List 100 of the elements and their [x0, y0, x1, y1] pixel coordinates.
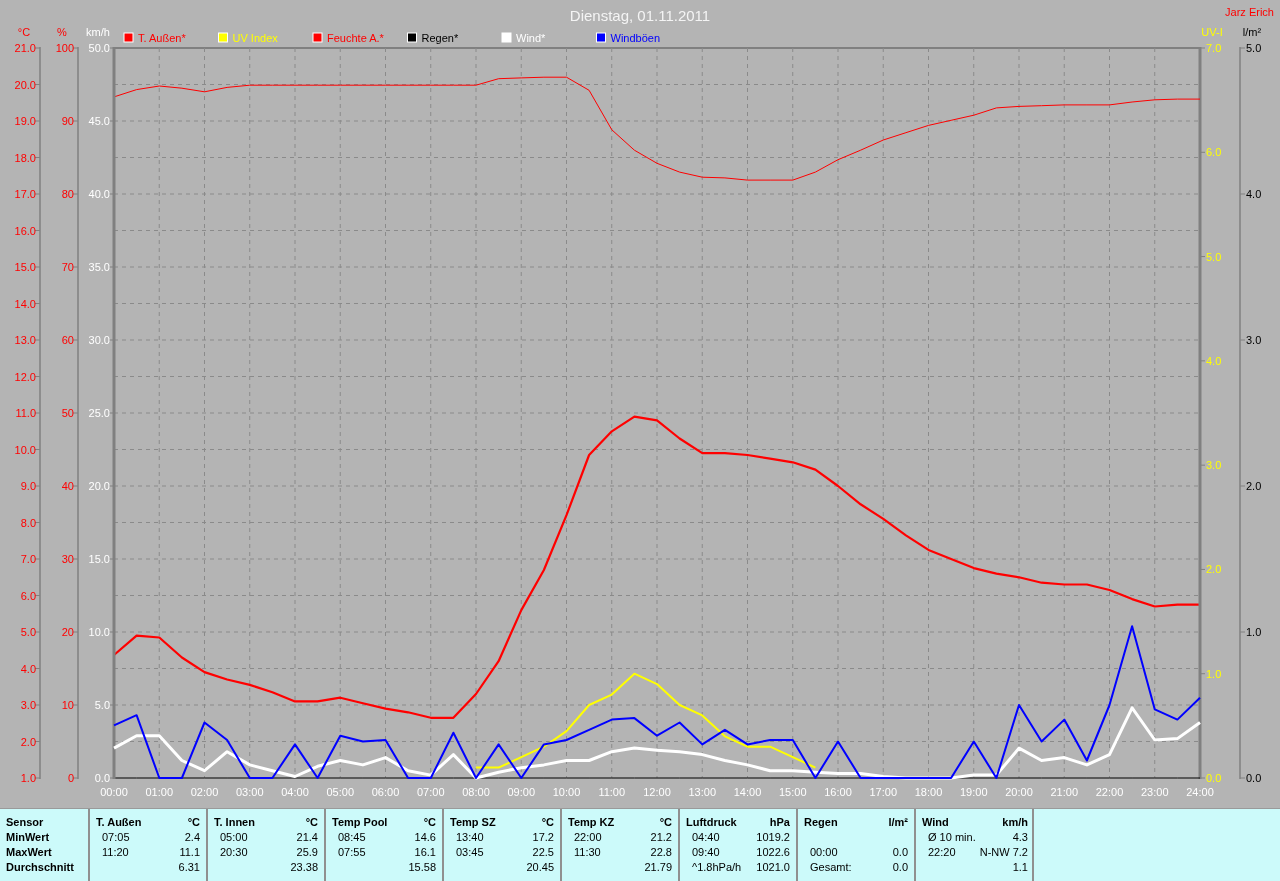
axis-label: 70 — [61, 261, 74, 273]
column-header: Temp SZ — [450, 816, 497, 830]
axis-label: 50 — [61, 407, 74, 419]
axis-label: 12:00 — [643, 786, 671, 798]
column-unit: l/m² — [888, 816, 908, 830]
axis-label: 7.0 — [1206, 42, 1222, 54]
row-label: Sensor — [6, 816, 45, 830]
axis-label: 5.0 — [1246, 42, 1262, 54]
table-cell-text: 21.4 — [295, 831, 318, 845]
axis-label: 06:00 — [371, 786, 400, 798]
chart-title: Dienstag, 01.11.2011 — [569, 7, 711, 24]
legend-label: Windböen — [610, 32, 661, 44]
table-cell-text: 23.38 — [290, 861, 318, 875]
table-cell-text: 1021.0 — [756, 861, 790, 875]
axis-label: 11:00 — [598, 786, 626, 798]
axis-label: 2.0 — [1246, 480, 1262, 492]
axis-label: 6.0 — [1206, 146, 1222, 159]
axis-label: 1.0 — [20, 772, 36, 784]
table-cell-text: 1.1 — [1011, 861, 1028, 875]
table-cell-text: Ø 10 min. — [927, 831, 976, 845]
axis-label: 60 — [61, 334, 74, 346]
axis-label: 0.0 — [94, 772, 110, 784]
column-unit: km/h — [1001, 816, 1028, 830]
axis-label: 4.0 — [1246, 188, 1262, 200]
axis-label: 17:00 — [869, 786, 897, 798]
axis-unit: UV-I — [1201, 26, 1223, 38]
table-cell-text: 22:20 — [927, 846, 957, 860]
column-header: Temp KZ — [568, 816, 616, 830]
axis-label: 20:00 — [1005, 786, 1033, 798]
axis-label: 08:00 — [462, 786, 490, 798]
axis-label: 30.0 — [88, 334, 110, 346]
table-cell-text: 08:45 — [337, 831, 367, 845]
column-header: T. Außen — [96, 816, 143, 830]
axis-unit: °C — [17, 26, 31, 38]
axis-label: 15.0 — [14, 261, 36, 273]
axis-label: 03:00 — [236, 786, 264, 798]
axis-label: 24:00 — [1186, 786, 1214, 798]
table-cell-text: 0.0 — [891, 861, 908, 875]
table-cell-text: 21.79 — [644, 861, 672, 875]
axis-label: 20 — [61, 626, 74, 638]
legend-label: T. Außen* — [138, 32, 186, 44]
axis-label: 6.0 — [20, 589, 36, 602]
table-cell-text: 00:00 — [809, 846, 839, 860]
axis-label: 25.0 — [88, 407, 110, 419]
table-cell-text: 13:40 — [455, 831, 485, 845]
table-cell-text: 07:55 — [337, 846, 367, 860]
column-unit: °C — [422, 816, 436, 830]
axis-label: 100 — [55, 42, 74, 54]
axis-label: 10:00 — [552, 786, 581, 798]
axis-label: 10 — [61, 699, 74, 711]
table-cell-text: 25.9 — [295, 846, 318, 860]
axis-label: 8.0 — [20, 516, 36, 529]
table-cell-text: 15.58 — [408, 861, 436, 875]
axis-label: 80 — [61, 188, 74, 200]
table-cell-text: 20:30 — [219, 846, 249, 860]
axis-label: 21.0 — [14, 42, 36, 54]
axis-label: 01:00 — [145, 786, 173, 798]
axis-label: 17.0 — [14, 188, 36, 200]
table-cell-text: 20.45 — [526, 861, 554, 875]
column-header: Wind — [922, 816, 950, 830]
table-cell-text: 11:20 — [101, 846, 130, 860]
axis-label: 0.0 — [1246, 772, 1262, 784]
axis-label: 13:00 — [688, 786, 716, 798]
axis-label: 3.0 — [20, 699, 36, 711]
axis-label: 90 — [61, 115, 74, 127]
column-unit: hPa — [768, 816, 790, 830]
axis-label: 45.0 — [88, 115, 110, 127]
table-cell-text: 09:40 — [691, 846, 721, 860]
table-cell-text: 4.3 — [1011, 831, 1028, 845]
axis-label: 21:00 — [1050, 786, 1078, 798]
axis-label: 1.0 — [1246, 626, 1262, 638]
axis-label: 11.0 — [15, 407, 36, 419]
axis-label: 12.0 — [14, 370, 36, 383]
column-header: Temp Pool — [332, 816, 389, 830]
axis-label: 23:00 — [1141, 786, 1169, 798]
table-cell-text: 1019.2 — [756, 831, 790, 845]
axis-label: 14:00 — [733, 786, 762, 798]
legend-label: UV Index — [232, 32, 278, 44]
legend-label: Wind* — [516, 32, 546, 44]
axis-label: 4.0 — [1206, 354, 1222, 367]
table-cell-text: ^1.8hPa/h — [691, 861, 743, 875]
axis-label: 3.0 — [1246, 334, 1262, 346]
table-cell-text: 11:30 — [573, 846, 602, 860]
table-cell-text: N-NW 7.2 — [979, 846, 1028, 860]
axis-label: 05:00 — [326, 786, 354, 798]
axis-label: 0.0 — [1206, 772, 1222, 784]
table-cell-text: 07:05 — [101, 831, 131, 845]
column-unit: °C — [658, 816, 672, 830]
column-unit: °C — [186, 816, 200, 830]
table-cell-text: 17.2 — [531, 831, 554, 845]
axis-label: 15.0 — [88, 553, 110, 565]
table-cell-text: 2.4 — [183, 831, 200, 845]
table-cell-text: 0.0 — [891, 846, 908, 860]
row-label: Durchschnitt — [6, 861, 75, 875]
axis-label: 07:00 — [417, 786, 445, 798]
axis-label: 2.0 — [20, 735, 36, 748]
table-cell-text: 6.31 — [178, 861, 200, 875]
axis-label: 40 — [61, 480, 74, 492]
axis-label: 9.0 — [20, 480, 36, 492]
axis-label: 20.0 — [88, 480, 110, 492]
